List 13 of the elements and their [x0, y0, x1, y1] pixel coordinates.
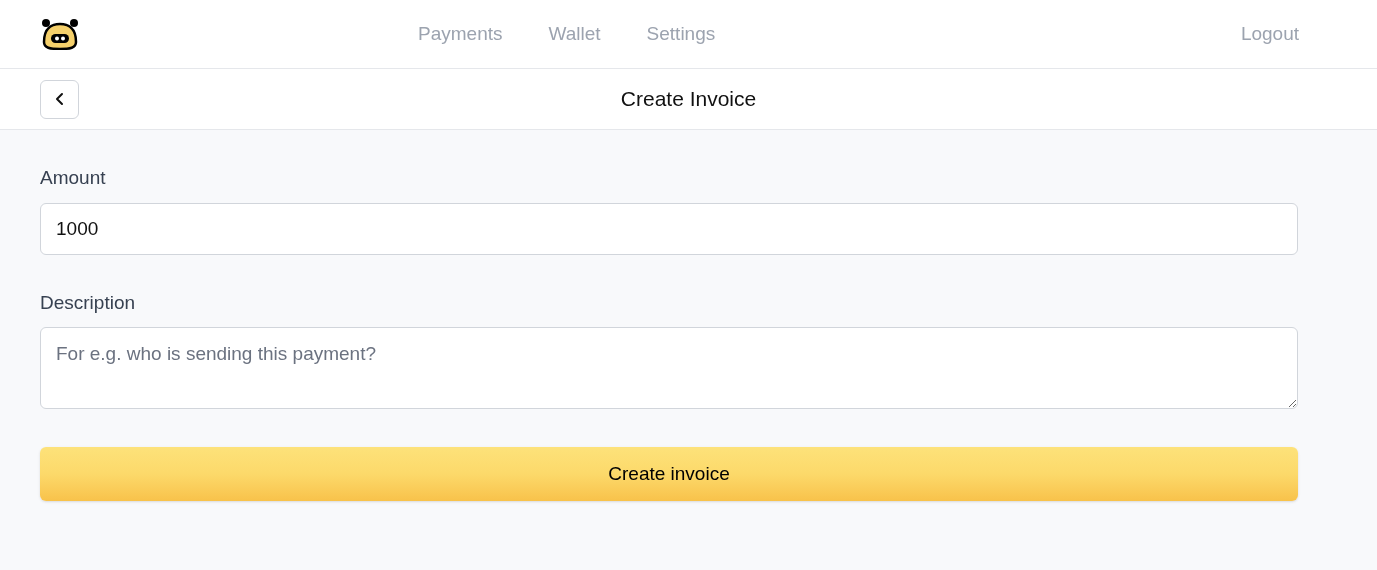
field-label: Description	[40, 290, 136, 315]
chevron-left-icon	[54, 92, 65, 106]
nav-link[interactable]: Payments	[418, 19, 503, 49]
amount-field[interactable]: 1000	[40, 202, 1298, 255]
create-invoice-button[interactable]: Create invoice	[40, 447, 1298, 501]
logo-icon[interactable]	[40, 18, 80, 50]
page-title: Create Invoice	[620, 86, 757, 113]
back-button[interactable]	[40, 79, 79, 119]
nav-link[interactable]: Wallet	[548, 19, 601, 49]
description-field[interactable]: For e.g. who is sending this payment?	[40, 327, 1298, 409]
logout-link[interactable]: Logout	[1240, 19, 1299, 49]
field-label: Amount	[40, 166, 106, 190]
nav-link[interactable]: Settings	[646, 19, 716, 49]
